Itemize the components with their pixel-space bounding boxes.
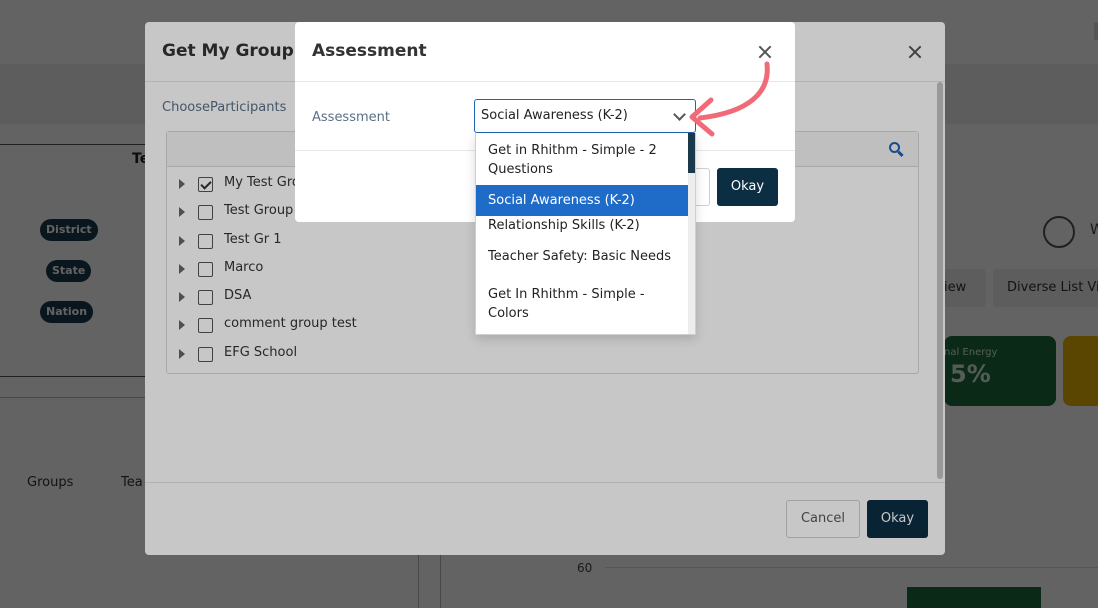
scrollbar-thumb[interactable] xyxy=(688,133,695,173)
dropdown-option[interactable]: Teacher Safety: Basic Needs xyxy=(476,247,690,266)
dropdown-option[interactable]: Get in Rhithm - Simple - 2 Questions xyxy=(476,141,690,179)
assessment-select-value: Social Awareness (K-2) xyxy=(481,108,628,123)
modal-title: Assessment xyxy=(312,41,427,61)
okay-button[interactable]: Okay xyxy=(717,168,778,206)
assessment-field-label: Assessment xyxy=(312,110,390,125)
assessment-select[interactable]: Social Awareness (K-2) xyxy=(474,99,696,133)
scrollbar[interactable] xyxy=(688,133,695,334)
assessment-dropdown-list: Get in Rhithm - Simple - 2 Questions Soci… xyxy=(475,133,696,335)
dropdown-option[interactable]: Social Awareness (K-2) xyxy=(476,185,690,216)
modal-header: Assessment xyxy=(295,22,795,82)
close-icon[interactable] xyxy=(755,42,775,62)
chevron-down-icon[interactable] xyxy=(673,108,686,121)
dropdown-option[interactable]: Get In Rhithm - Simple - Colors xyxy=(476,285,690,323)
dropdown-option[interactable]: Relationship Skills (K-2) xyxy=(476,216,690,235)
